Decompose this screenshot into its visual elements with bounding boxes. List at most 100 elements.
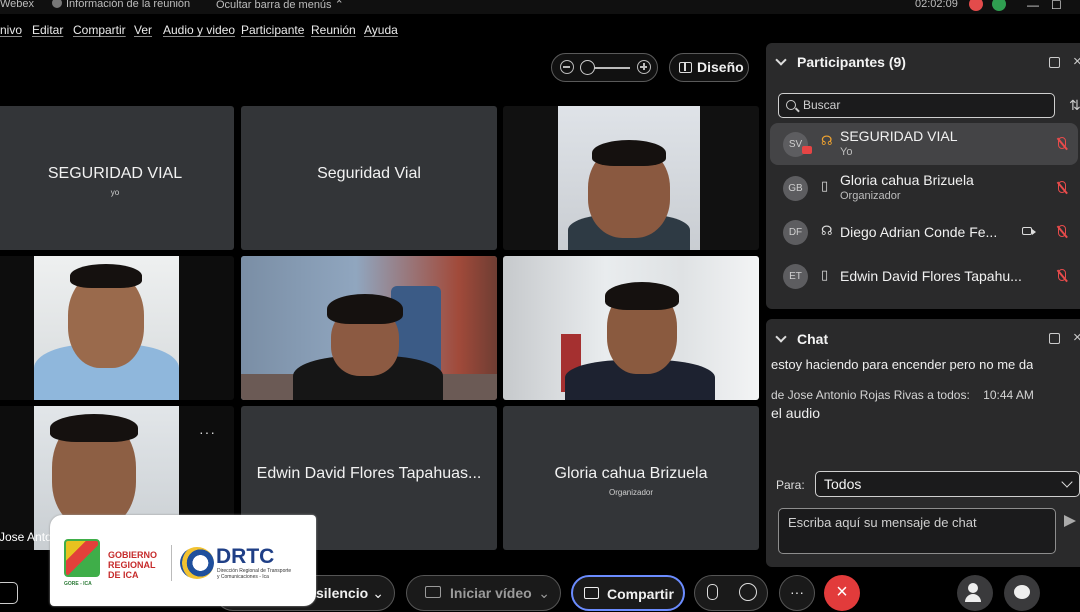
headset-icon: ☊ — [821, 133, 833, 148]
menu-participant[interactable]: Participante — [241, 23, 304, 37]
person-hair — [50, 414, 138, 442]
chevron-down-icon[interactable]: ⌄ — [372, 576, 384, 610]
participant-role: Organizador — [840, 190, 901, 202]
participant-row[interactable]: SV ☊ SEGURIDAD VIAL Yo — [770, 123, 1078, 165]
tile-more-button[interactable]: ··· — [199, 424, 216, 440]
reactions-icon[interactable] — [739, 583, 757, 601]
zoom-slider-handle[interactable] — [580, 60, 595, 75]
video-feed — [241, 256, 497, 400]
video-tile-participant-3[interactable] — [503, 106, 759, 250]
raise-hand-icon[interactable] — [707, 584, 718, 600]
video-tile-participant-4[interactable] — [0, 256, 234, 400]
video-tile-participant-6[interactable] — [503, 256, 759, 400]
drtc-subtitle-2: y Comunicaciones - Ica — [217, 574, 269, 580]
chat-recipient-value: Todos — [824, 476, 862, 492]
zoom-in-icon[interactable] — [637, 60, 651, 74]
camera-icon — [1022, 227, 1036, 235]
popout-icon[interactable] — [1049, 57, 1060, 68]
close-icon[interactable]: × — [1073, 53, 1080, 70]
chat-message: el audio — [771, 405, 821, 421]
participant-row[interactable]: ET ▯ Edwin David Flores Tapahu... — [770, 255, 1078, 297]
sort-icon[interactable]: ⇅ — [1069, 97, 1080, 114]
participant-name: SEGURIDAD VIAL — [840, 128, 958, 144]
participant-name: Diego Adrian Conde Fe... — [840, 224, 998, 240]
collapse-chat-icon[interactable] — [775, 331, 787, 343]
gore-line-2: REGIONAL — [108, 560, 156, 570]
participants-title: Participantes (9) — [797, 54, 906, 70]
zoom-control — [551, 53, 658, 82]
tile-subtitle: yo — [110, 188, 120, 197]
layout-button[interactable]: Diseño — [669, 53, 749, 82]
video-tile-self[interactable]: SEGURIDAD VIAL yo — [0, 106, 234, 250]
layout-label: Diseño — [697, 59, 744, 75]
avatar: GB — [783, 176, 808, 201]
chevron-down-icon[interactable]: ⌄ — [538, 576, 550, 610]
app-name: Webex — [0, 0, 35, 10]
video-off-icon — [425, 586, 441, 598]
send-icon[interactable] — [1064, 515, 1076, 527]
title-bar: Webex Información de la reunión Ocultar … — [0, 0, 1080, 14]
share-label: Compartir — [607, 586, 674, 602]
video-tile-seguridad-vial[interactable]: Seguridad Vial — [241, 106, 497, 250]
muted-mic-icon[interactable] — [1056, 269, 1066, 283]
participants-icon-body — [965, 594, 981, 602]
hide-menu-button[interactable]: Ocultar barra de menús ⌃ — [216, 0, 344, 11]
chat-message-input[interactable]: Escriba aquí su mensaje de chat — [778, 508, 1056, 554]
chat-panel: Chat × estoy haciendo para encender pero… — [766, 319, 1080, 567]
share-button[interactable]: Compartir — [571, 575, 685, 611]
menu-meeting[interactable]: Reunión — [311, 23, 356, 37]
start-video-button[interactable]: Iniciar vídeo ⌄ — [406, 575, 561, 611]
chat-toggle-button[interactable] — [1004, 575, 1040, 611]
maximize-button[interactable]: ☐ — [1051, 0, 1062, 12]
muted-mic-icon[interactable] — [1056, 225, 1066, 239]
chat-input-placeholder: Escriba aquí su mensaje de chat — [788, 515, 977, 530]
leave-meeting-button[interactable]: × — [824, 575, 860, 611]
menu-share[interactable]: Compartir — [73, 23, 126, 37]
tile-name-label: Jose Anto — [0, 530, 52, 544]
zoom-out-icon[interactable] — [560, 60, 574, 74]
gore-line-3: DE ICA — [108, 570, 139, 580]
avatar: DF — [783, 220, 808, 245]
menu-audio-video[interactable]: Audio y video — [163, 23, 235, 37]
status-icon — [992, 0, 1006, 11]
close-icon[interactable]: × — [1073, 329, 1080, 346]
participant-row[interactable]: GB ▯ Gloria cahua Brizuela Organizador — [770, 167, 1078, 209]
video-tile-participant-5[interactable] — [241, 256, 497, 400]
more-options-button[interactable]: ··· — [779, 575, 815, 611]
person-hair — [605, 282, 679, 310]
tile-name: Gloria cahua Brizuela — [554, 465, 708, 482]
menu-file[interactable]: nivo — [0, 23, 22, 37]
phone-icon: ▯ — [821, 267, 829, 282]
participants-toggle-button[interactable] — [957, 575, 993, 611]
popout-icon[interactable] — [1049, 333, 1060, 344]
muted-mic-icon[interactable] — [1056, 181, 1066, 195]
recording-icon — [969, 0, 983, 11]
person-hair — [70, 264, 142, 288]
chevron-down-icon — [1061, 476, 1073, 488]
minimize-button[interactable]: — — [1027, 0, 1039, 12]
collapse-participants-icon[interactable] — [775, 54, 787, 66]
chat-sender-line: de Jose Antonio Rojas Rivas a todos: 10:… — [771, 388, 1034, 402]
participant-name: Gloria cahua Brizuela — [840, 172, 974, 188]
headset-icon: ☊ — [821, 223, 833, 238]
participants-icon — [968, 583, 978, 593]
participant-row[interactable]: DF ☊ Diego Adrian Conde Fe... — [770, 211, 1078, 253]
video-tile-gloria[interactable]: Gloria cahua Brizuela Organizador — [503, 406, 759, 550]
chat-message-partial: estoy haciendo para encender pero no me … — [771, 357, 1034, 371]
tile-subtitle: Organizador — [608, 488, 654, 497]
search-icon — [786, 100, 796, 110]
menu-edit[interactable]: Editar — [32, 23, 63, 37]
video-off-badge-icon — [802, 146, 812, 154]
participant-search-input[interactable]: Buscar — [778, 93, 1055, 118]
phone-icon: ▯ — [821, 178, 829, 193]
menu-view[interactable]: Ver — [134, 23, 152, 37]
meeting-clock: 02:02:09 — [915, 0, 958, 10]
captions-icon[interactable] — [0, 582, 18, 604]
tile-name: Edwin David Flores Tapahuas... — [256, 465, 482, 482]
share-screen-icon — [584, 587, 599, 599]
muted-mic-icon[interactable] — [1056, 137, 1066, 151]
gore-text: GOBIERNO REGIONAL DE ICA — [108, 550, 157, 580]
menu-help[interactable]: Ayuda — [364, 23, 398, 37]
meeting-info-button[interactable]: Información de la reunión — [52, 0, 190, 10]
chat-recipient-select[interactable]: Todos — [815, 471, 1080, 497]
